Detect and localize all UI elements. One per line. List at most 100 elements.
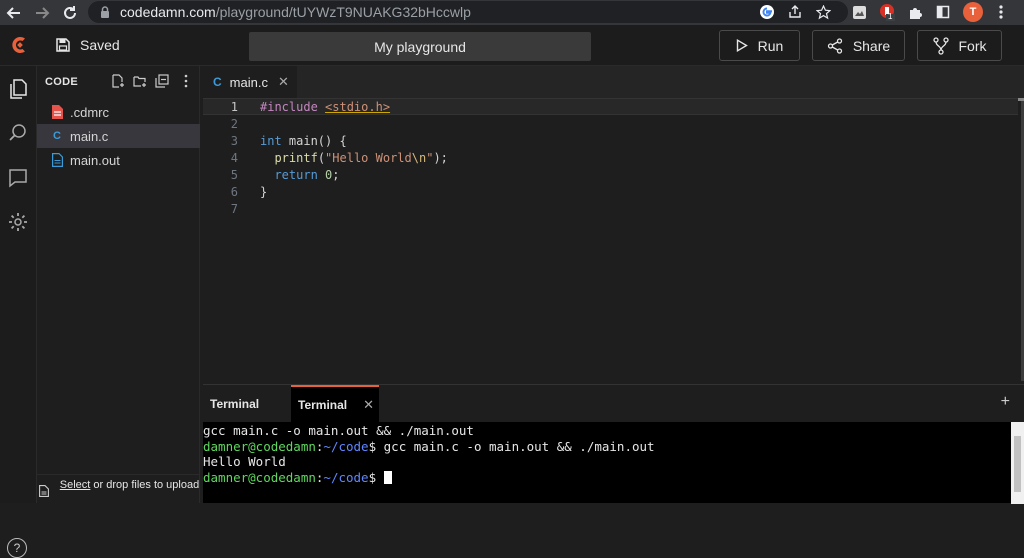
codedamn-logo-icon[interactable] bbox=[9, 34, 29, 56]
tab-main-c[interactable]: C main.c ✕ bbox=[203, 66, 297, 98]
select-files-link[interactable]: Select bbox=[60, 479, 91, 491]
file-red-icon bbox=[51, 105, 63, 119]
escape-token: \n bbox=[411, 150, 427, 165]
code-line: 6 } bbox=[203, 183, 1018, 200]
back-arrow-icon[interactable] bbox=[0, 0, 28, 25]
files-icon[interactable] bbox=[7, 78, 29, 100]
terminal-line: damner@codedamn:~/code$ gcc main.c -o ma… bbox=[203, 439, 1011, 455]
line-number: 7 bbox=[230, 201, 238, 216]
url-host: codedamn.com bbox=[120, 4, 216, 20]
code-area[interactable]: 1 #include <stdio.h> 2 3 int main() { 4 … bbox=[203, 98, 1024, 384]
side-panel-icon[interactable] bbox=[934, 3, 952, 21]
more-vertical-icon[interactable] bbox=[179, 74, 193, 88]
code-line: 5 return 0; bbox=[203, 166, 1018, 183]
code-token: ; bbox=[332, 167, 340, 182]
line-number: 6 bbox=[230, 184, 238, 199]
terminal-tab-label: Terminal bbox=[298, 397, 348, 412]
puzzle-extensions-icon[interactable] bbox=[906, 3, 924, 21]
add-terminal-icon[interactable]: + bbox=[1001, 393, 1010, 411]
chat-icon[interactable] bbox=[7, 167, 29, 189]
terminal-command: gcc main.c -o main.out && ./main.out bbox=[383, 438, 655, 454]
c-file-icon: C bbox=[53, 130, 61, 142]
terminal-scroll-thumb[interactable] bbox=[1014, 436, 1021, 492]
keyword-token: int bbox=[260, 133, 282, 148]
bookmark-star-icon[interactable] bbox=[814, 3, 832, 21]
close-tab-icon[interactable]: ✕ bbox=[278, 74, 289, 90]
code-line: 7 bbox=[203, 200, 1018, 217]
fork-button[interactable]: Fork bbox=[917, 30, 1002, 61]
address-bar[interactable]: codedamn.com/playground/tUYWzT9NUAKG32bH… bbox=[88, 1, 848, 23]
file-explorer: CODE .cdmrc C main.c main.out Select or … bbox=[37, 66, 200, 503]
code-token: } bbox=[260, 184, 268, 199]
explorer-title: CODE bbox=[45, 76, 78, 88]
code-token: ( bbox=[317, 150, 326, 165]
file-blue-icon bbox=[51, 153, 63, 167]
file-name: main.c bbox=[70, 128, 109, 144]
collapse-all-icon[interactable] bbox=[155, 74, 169, 88]
forward-arrow-icon[interactable] bbox=[28, 0, 56, 25]
save-disk-icon bbox=[56, 38, 70, 52]
run-button[interactable]: Run bbox=[719, 30, 800, 61]
reload-icon[interactable] bbox=[56, 0, 84, 25]
code-line: 2 bbox=[203, 115, 1018, 132]
prompt-path: ~/code bbox=[323, 438, 369, 454]
help-icon[interactable]: ? bbox=[7, 538, 27, 558]
include-token: <stdio.h> bbox=[325, 99, 391, 114]
file-row-main-out[interactable]: main.out bbox=[37, 148, 200, 172]
lock-icon bbox=[101, 6, 109, 18]
terminal-line: Hello World bbox=[203, 454, 286, 469]
terminal-output[interactable]: gcc main.c -o main.out && ./main.out dam… bbox=[203, 422, 1011, 504]
prompt-user: damner@codedamn bbox=[203, 438, 316, 454]
prompt-dollar: $ bbox=[368, 438, 384, 454]
line-number: 5 bbox=[230, 167, 238, 182]
new-folder-icon[interactable] bbox=[133, 74, 147, 88]
code-token: main() { bbox=[281, 133, 347, 148]
terminal-tab-bar: Terminal Terminal ✕ + bbox=[203, 385, 1024, 422]
app-header: Saved My playground Run Share Fork bbox=[0, 25, 1024, 66]
fork-label: Fork bbox=[958, 37, 987, 54]
close-terminal-icon[interactable]: ✕ bbox=[363, 397, 374, 413]
c-file-icon: C bbox=[213, 75, 222, 89]
file-name: main.out bbox=[70, 152, 120, 168]
profile-avatar[interactable]: T bbox=[963, 2, 983, 22]
share-label: Share bbox=[852, 37, 891, 54]
extension-shield-icon[interactable]: 1 bbox=[878, 3, 896, 21]
extension-image-icon[interactable] bbox=[850, 3, 868, 21]
more-vertical-icon[interactable] bbox=[992, 3, 1010, 21]
search-icon[interactable] bbox=[7, 122, 29, 144]
share-page-icon[interactable] bbox=[786, 3, 804, 21]
keyword-token: return bbox=[274, 167, 318, 182]
prompt-user: damner@codedamn bbox=[203, 469, 316, 485]
terminal-cursor bbox=[383, 470, 392, 484]
function-token: printf bbox=[274, 150, 318, 165]
file-upload-icon bbox=[39, 485, 49, 497]
fork-icon bbox=[932, 36, 949, 55]
terminal-line: gcc main.c -o main.out && ./main.out bbox=[203, 423, 474, 438]
saved-label: Saved bbox=[80, 37, 120, 53]
code-token: ); bbox=[433, 150, 448, 165]
share-icon bbox=[827, 37, 842, 54]
preprocessor-token: #include bbox=[260, 99, 326, 114]
terminal-line: damner@codedamn:~/code$ bbox=[203, 470, 1011, 486]
line-number: 2 bbox=[230, 116, 238, 131]
terminal-scrollbar[interactable] bbox=[1011, 422, 1024, 504]
file-row-main-c[interactable]: C main.c bbox=[37, 124, 200, 148]
new-file-icon[interactable] bbox=[111, 74, 125, 88]
terminal-tab-1[interactable]: Terminal bbox=[210, 385, 259, 422]
terminal-tab-2[interactable]: Terminal ✕ bbox=[291, 385, 379, 422]
code-editor: C main.c ✕ 1 #include <stdio.h> 2 3 int … bbox=[203, 66, 1024, 384]
code-line: 3 int main() { bbox=[203, 132, 1018, 149]
extension-badge: 1 bbox=[888, 12, 893, 21]
line-number: 1 bbox=[230, 99, 238, 114]
share-button[interactable]: Share bbox=[812, 30, 905, 61]
file-row-cdmrc[interactable]: .cdmrc bbox=[37, 100, 200, 124]
play-icon bbox=[736, 39, 748, 52]
google-icon[interactable] bbox=[758, 3, 776, 21]
settings-gear-icon[interactable] bbox=[7, 211, 29, 233]
browser-toolbar: codedamn.com/playground/tUYWzT9NUAKG32bH… bbox=[0, 0, 1024, 25]
saved-status[interactable]: Saved bbox=[56, 37, 120, 53]
playground-title[interactable]: My playground bbox=[249, 32, 591, 61]
upload-drop-zone[interactable]: Select or drop files to upload bbox=[37, 474, 200, 504]
string-token: "Hello World bbox=[325, 150, 412, 165]
upload-text: or drop files to upload bbox=[90, 479, 200, 491]
